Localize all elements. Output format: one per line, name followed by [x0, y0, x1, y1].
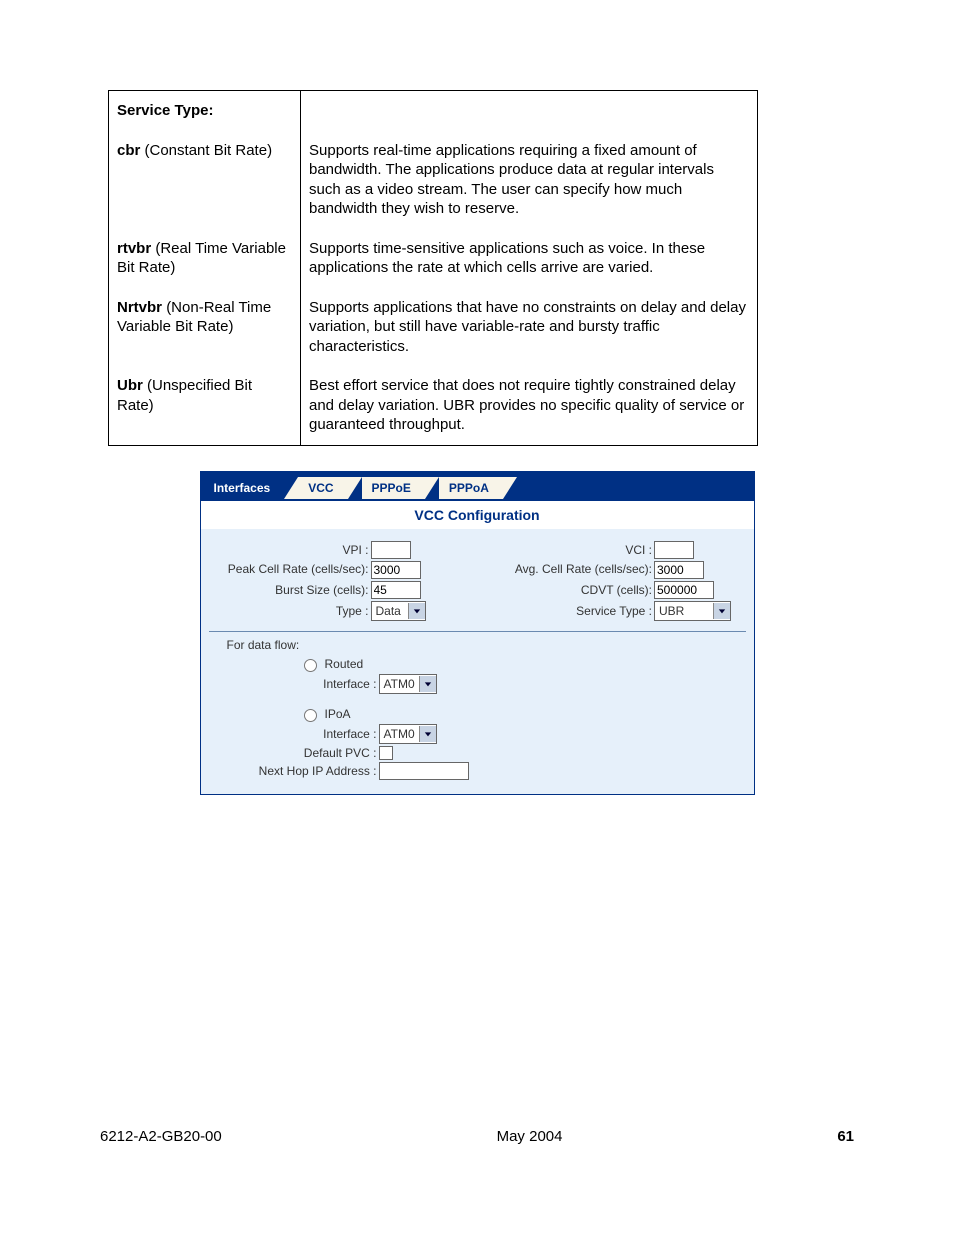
ipoa-interface-label: Interface : — [209, 727, 379, 741]
cdvt-label: CDVT (cells): — [477, 583, 654, 597]
next-hop-input[interactable] — [379, 762, 469, 780]
cdvt-input[interactable] — [654, 581, 714, 599]
peak-rate-input[interactable] — [371, 561, 421, 579]
routed-label: Routed — [325, 657, 364, 671]
vcc-title: VCC Configuration — [201, 499, 754, 529]
vcc-config-panel: Interfaces VCC PPPoE PPPoA VCC Configura… — [200, 471, 755, 795]
routed-interface-label: Interface : — [209, 677, 379, 691]
tab-pppoe[interactable]: PPPoE — [362, 477, 425, 499]
service-type-heading: Service Type: — [109, 91, 301, 131]
chevron-down-icon — [408, 603, 425, 619]
table-cell: Supports time-sensitive applications suc… — [301, 229, 758, 288]
next-hop-label: Next Hop IP Address : — [209, 764, 379, 778]
default-pvc-checkbox[interactable] — [379, 746, 393, 760]
service-type-table: Service Type: cbr (Constant Bit Rate) Su… — [108, 90, 758, 446]
vci-label: VCI : — [477, 543, 654, 557]
vpi-input[interactable] — [371, 541, 411, 559]
avg-rate-label: Avg. Cell Rate (cells/sec): — [477, 563, 654, 576]
type-select[interactable]: Data — [371, 601, 426, 621]
data-flow-label: For data flow: — [209, 638, 746, 652]
page-number: 61 — [837, 1128, 854, 1145]
service-type-label: Service Type : — [477, 604, 654, 618]
table-row: Ubr (Unspecified Bit Rate) — [109, 366, 301, 445]
ipoa-label: IPoA — [325, 707, 351, 721]
avg-rate-input[interactable] — [654, 561, 704, 579]
tab-pppoa[interactable]: PPPoA — [439, 477, 503, 499]
table-row: Nrtvbr (Non-Real Time Variable Bit Rate) — [109, 288, 301, 367]
ipoa-interface-select[interactable]: ATM0 — [379, 724, 437, 744]
burst-size-label: Burst Size (cells): — [209, 583, 371, 597]
service-type-select[interactable]: UBR — [654, 601, 731, 621]
tab-bar: Interfaces VCC PPPoE PPPoA — [200, 471, 755, 499]
table-cell: Supports real-time applications requirin… — [301, 131, 758, 229]
tab-interfaces[interactable]: Interfaces — [204, 477, 285, 499]
doc-date: May 2004 — [497, 1128, 563, 1145]
default-pvc-label: Default PVC : — [209, 746, 379, 760]
page-footer: 6212-A2-GB20-00 May 2004 61 — [100, 1128, 854, 1145]
table-row: rtvbr (Real Time Variable Bit Rate) — [109, 229, 301, 288]
ipoa-radio[interactable] — [304, 709, 317, 722]
vci-input[interactable] — [654, 541, 694, 559]
chevron-down-icon — [713, 603, 730, 619]
doc-id: 6212-A2-GB20-00 — [100, 1128, 222, 1145]
chevron-down-icon — [419, 676, 436, 692]
table-cell: Best effort service that does not requir… — [301, 366, 758, 445]
burst-size-input[interactable] — [371, 581, 421, 599]
table-cell: Supports applications that have no const… — [301, 288, 758, 367]
tab-vcc[interactable]: VCC — [298, 477, 347, 499]
type-label: Type : — [209, 604, 371, 618]
chevron-down-icon — [419, 726, 436, 742]
peak-rate-label: Peak Cell Rate (cells/sec): — [209, 563, 371, 576]
vpi-label: VPI : — [209, 543, 371, 557]
table-row: cbr (Constant Bit Rate) — [109, 131, 301, 229]
routed-interface-select[interactable]: ATM0 — [379, 674, 437, 694]
routed-radio[interactable] — [304, 659, 317, 672]
